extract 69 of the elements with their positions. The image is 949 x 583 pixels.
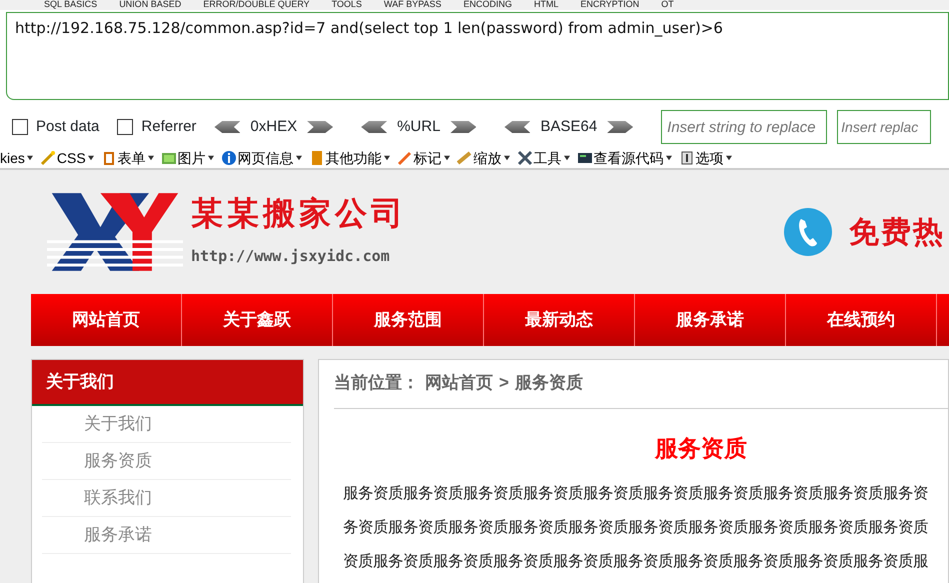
menu-item[interactable]: TOOLS: [332, 0, 362, 10]
caret-icon: [664, 155, 673, 161]
caret-icon: [442, 155, 451, 161]
article-title: 服务资质: [654, 434, 748, 462]
nav-link[interactable]: 关于鑫跃: [182, 294, 333, 346]
nav-link[interactable]: 最新动态: [484, 294, 635, 346]
caret-icon: [206, 155, 215, 161]
breadcrumb-link[interactable]: 服务资质: [514, 370, 583, 396]
menu-item[interactable]: SQL BASICS: [44, 0, 98, 10]
caret-icon: [382, 155, 391, 161]
menu-item[interactable]: WAF BYPASS: [384, 0, 442, 10]
toolbar-menu[interactable]: 网页信息: [220, 148, 303, 168]
menu-item[interactable]: ERROR/DOUBLE QUERY: [203, 0, 310, 10]
toolbar-menu[interactable]: 工具: [516, 148, 571, 168]
nav-link[interactable]: 服务范围: [333, 294, 484, 346]
menu-item[interactable]: ENCRYPTION: [580, 0, 640, 10]
replace-field[interactable]: Insert string to replace: [661, 110, 828, 144]
toolbar-menu[interactable]: 表单: [100, 148, 155, 168]
toolbar-menu[interactable]: CSS: [40, 148, 95, 168]
referrer-checkbox[interactable]: Referrer: [117, 116, 196, 138]
nav-link[interactable]: 网站首页: [31, 294, 182, 346]
company-name: 某某搬家公司: [191, 196, 407, 229]
sidebar-link[interactable]: 关于我们: [42, 406, 291, 442]
caret-icon: [502, 155, 511, 161]
toolbar-menu[interactable]: 缩放: [456, 148, 511, 168]
tools-icon: [516, 150, 533, 166]
menu-item[interactable]: ENCODING: [463, 0, 512, 10]
encoder-label: BASE64: [540, 116, 598, 137]
toolbar-menu[interactable]: 查看源代码: [576, 148, 673, 168]
phone-icon: [783, 207, 833, 257]
caret-icon: [146, 155, 155, 161]
encoder-label: %URL: [397, 116, 440, 137]
window-icon: [678, 150, 695, 166]
toolbar-menu[interactable]: 图片: [160, 148, 215, 168]
menu-item[interactable]: OT: [661, 0, 674, 10]
breadcrumb-separator: >: [499, 372, 509, 394]
breadcrumb-label: 当前位置：: [334, 372, 419, 394]
nav-link[interactable]: 在线预约: [786, 294, 937, 346]
post-data-checkbox[interactable]: Post data: [12, 116, 100, 138]
hotline-text: 免费热: [849, 214, 945, 250]
article-text: 务资质服务资质服务资质服务资质服务资质服务资质服务资质服务资质服务资质服务资质: [342, 518, 929, 538]
caret-icon: [562, 155, 571, 161]
picture-icon: [160, 150, 177, 166]
toolbar-menu[interactable]: kies: [0, 148, 34, 168]
caret-icon: [724, 155, 733, 161]
website-url: http://www.jsxyidc.com: [191, 246, 391, 267]
url-field[interactable]: http://192.168.75.128/common.asp?id=7 and(select top 1 len(password) from admin_user)>6: [6, 12, 949, 100]
toolbar-menu[interactable]: 选项: [678, 148, 733, 168]
menu-item[interactable]: UNION BASED: [119, 0, 182, 10]
sidebar-link[interactable]: 服务资质: [42, 442, 291, 480]
terminal-icon: [576, 150, 593, 166]
article-text: 资质服务资质服务资质服务资质服务资质服务资质服务资质服务资质服务资质服务资质服: [342, 552, 929, 572]
wand-icon: [40, 150, 56, 166]
replace-field[interactable]: Insert replac: [837, 110, 932, 144]
sidebar-link[interactable]: 服务承诺: [42, 516, 291, 554]
nav-link[interactable]: 服务承诺: [635, 294, 786, 346]
caret-icon: [86, 155, 95, 161]
pencil-icon: [396, 150, 413, 166]
toolbar-menu[interactable]: 其他功能: [308, 148, 391, 168]
sidebar-link[interactable]: 联系我们: [42, 480, 291, 516]
article-text: 服务资质服务资质服务资质服务资质服务资质服务资质服务资质服务资质服务资质服务资: [342, 484, 929, 504]
sidebar-title: 关于我们: [32, 360, 303, 406]
toolbar-menu[interactable]: 标记: [396, 148, 451, 168]
encoder-label: 0xHEX: [250, 116, 298, 137]
info-icon: [220, 150, 237, 166]
menu-item[interactable]: HTML: [534, 0, 558, 10]
caret-icon: [294, 155, 303, 161]
caret-icon: [26, 155, 34, 161]
breadcrumb-link[interactable]: 网站首页: [425, 370, 493, 396]
